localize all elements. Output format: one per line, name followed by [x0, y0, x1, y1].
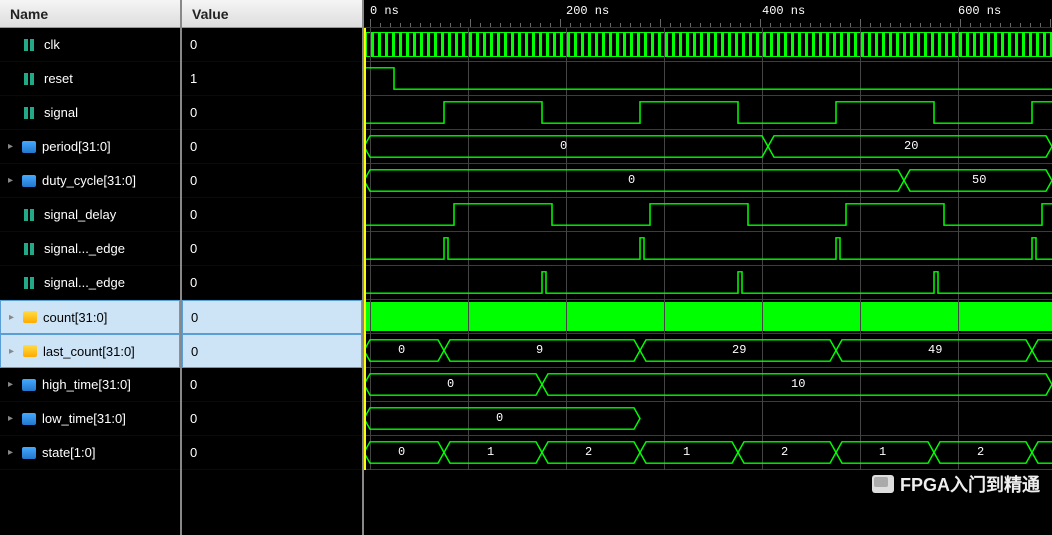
signal-name-label: reset — [44, 71, 73, 86]
signal-value-label: 0 — [191, 310, 198, 325]
bus-icon — [22, 175, 36, 187]
ruler-tick-label: 400 ns — [762, 4, 805, 18]
signal-name-row[interactable]: ▸ duty_cycle[31:0] — [0, 164, 180, 198]
signal-value-row[interactable]: 0 — [182, 436, 362, 470]
signal-value-row[interactable]: 0 — [182, 232, 362, 266]
signal-value-row[interactable]: 1 — [182, 62, 362, 96]
signal-name-row[interactable]: signal..._edge — [0, 232, 180, 266]
signal-icon — [22, 242, 38, 256]
signal-name-label: clk — [44, 37, 60, 52]
signal-icon — [22, 38, 38, 52]
bus-icon — [22, 379, 36, 391]
time-cursor[interactable] — [364, 28, 366, 470]
expand-icon[interactable]: ▸ — [8, 447, 20, 458]
waveform-row[interactable]: 012121212 — [364, 436, 1052, 470]
selbus-icon — [23, 311, 37, 323]
signal-name-row[interactable]: signal_delay — [0, 198, 180, 232]
signal-value-row[interactable]: 0 — [182, 300, 362, 334]
waveform-row[interactable] — [364, 266, 1052, 300]
signal-value-label: 0 — [190, 105, 197, 120]
name-rows: clk reset signal ▸ period[31:0] ▸ duty_cycle[3… — [0, 28, 180, 535]
value-panel: Value 0 1 0 0 0 0 0 0 0 0 0 0 0 — [182, 0, 364, 535]
signal-name-label: high_time[31:0] — [42, 377, 131, 392]
signal-name-label: signal..._edge — [44, 241, 125, 256]
waveform-row[interactable]: 010 — [364, 368, 1052, 402]
expand-icon[interactable]: ▸ — [9, 312, 21, 323]
waveform-panel[interactable]: 0 ns200 ns400 ns600 ns800 ns 02005009294… — [364, 0, 1052, 535]
signal-name-row[interactable]: signal..._edge — [0, 266, 180, 300]
signal-value-row[interactable]: 0 — [182, 130, 362, 164]
signal-value-row[interactable]: 0 — [182, 266, 362, 300]
signal-icon — [22, 276, 38, 290]
signal-value-label: 0 — [190, 275, 197, 290]
signal-value-label: 0 — [190, 445, 197, 460]
signal-value-label: 0 — [190, 207, 197, 222]
signal-name-row[interactable]: ▸ period[31:0] — [0, 130, 180, 164]
signal-name-row[interactable]: clk — [0, 28, 180, 62]
ruler-tick-label: 600 ns — [958, 4, 1001, 18]
signal-value-row[interactable]: 0 — [182, 164, 362, 198]
signal-name-row[interactable]: ▸ last_count[31:0] — [0, 334, 180, 368]
ruler-tick-label: 200 ns — [566, 4, 609, 18]
name-header: Name — [0, 0, 180, 28]
expand-icon[interactable]: ▸ — [8, 141, 20, 152]
signal-name-label: last_count[31:0] — [43, 344, 135, 359]
signal-name-row[interactable]: signal — [0, 96, 180, 130]
signal-name-label: count[31:0] — [43, 310, 107, 325]
signal-value-label: 0 — [190, 377, 197, 392]
signal-value-row[interactable]: 0 — [182, 96, 362, 130]
signal-name-label: state[1:0] — [42, 445, 95, 460]
signal-value-row[interactable]: 0 — [182, 334, 362, 368]
bus-icon — [22, 413, 36, 425]
signal-name-label: period[31:0] — [42, 139, 111, 154]
signal-value-row[interactable]: 0 — [182, 28, 362, 62]
signal-value-label: 0 — [191, 344, 198, 359]
signal-value-label: 0 — [190, 241, 197, 256]
signal-name-label: signal..._edge — [44, 275, 125, 290]
waveform-row[interactable]: 020 — [364, 130, 1052, 164]
signal-icon — [22, 106, 38, 120]
expand-icon[interactable]: ▸ — [9, 346, 21, 357]
signal-value-label: 0 — [190, 139, 197, 154]
signal-name-row[interactable]: reset — [0, 62, 180, 96]
value-header: Value — [182, 0, 362, 28]
selbus-icon — [23, 345, 37, 357]
signal-name-row[interactable]: ▸ count[31:0] — [0, 300, 180, 334]
expand-icon[interactable]: ▸ — [8, 175, 20, 186]
signal-icon — [22, 72, 38, 86]
expand-icon[interactable]: ▸ — [8, 413, 20, 424]
signal-name-row[interactable]: ▸ high_time[31:0] — [0, 368, 180, 402]
signal-name-label: duty_cycle[31:0] — [42, 173, 136, 188]
waveform-row[interactable] — [364, 96, 1052, 130]
signal-name-label: low_time[31:0] — [42, 411, 126, 426]
signal-name-row[interactable]: ▸ state[1:0] — [0, 436, 180, 470]
bus-icon — [22, 447, 36, 459]
signal-name-label: signal_delay — [44, 207, 116, 222]
name-panel: Name clk reset signal ▸ period[31:0] ▸ duty_cy… — [0, 0, 182, 535]
signal-name-row[interactable]: ▸ low_time[31:0] — [0, 402, 180, 436]
signal-value-row[interactable]: 0 — [182, 368, 362, 402]
waveform-row[interactable] — [364, 198, 1052, 232]
time-ruler[interactable]: 0 ns200 ns400 ns600 ns800 ns — [364, 0, 1052, 28]
waveform-row[interactable]: 09294969 — [364, 334, 1052, 368]
signal-value-row[interactable]: 0 — [182, 402, 362, 436]
signal-value-label: 0 — [190, 411, 197, 426]
wechat-icon — [872, 475, 894, 493]
expand-icon[interactable]: ▸ — [8, 379, 20, 390]
signal-icon — [22, 208, 38, 222]
waveform-row[interactable]: 0 — [364, 402, 1052, 436]
bus-icon — [22, 141, 36, 153]
signal-value-label: 0 — [190, 173, 197, 188]
waveform-row[interactable] — [364, 62, 1052, 96]
value-rows: 0 1 0 0 0 0 0 0 0 0 0 0 0 — [182, 28, 362, 535]
signal-name-label: signal — [44, 105, 78, 120]
watermark: FPGA入门到精通 — [872, 471, 1040, 497]
waveform-area[interactable]: 020050 092949690100012121212 — [364, 28, 1052, 470]
signal-value-label: 1 — [190, 71, 197, 86]
signal-value-label: 0 — [190, 37, 197, 52]
signal-value-row[interactable]: 0 — [182, 198, 362, 232]
waveform-row[interactable]: 050 — [364, 164, 1052, 198]
waveform-row[interactable] — [364, 232, 1052, 266]
ruler-tick-label: 0 ns — [370, 4, 399, 18]
